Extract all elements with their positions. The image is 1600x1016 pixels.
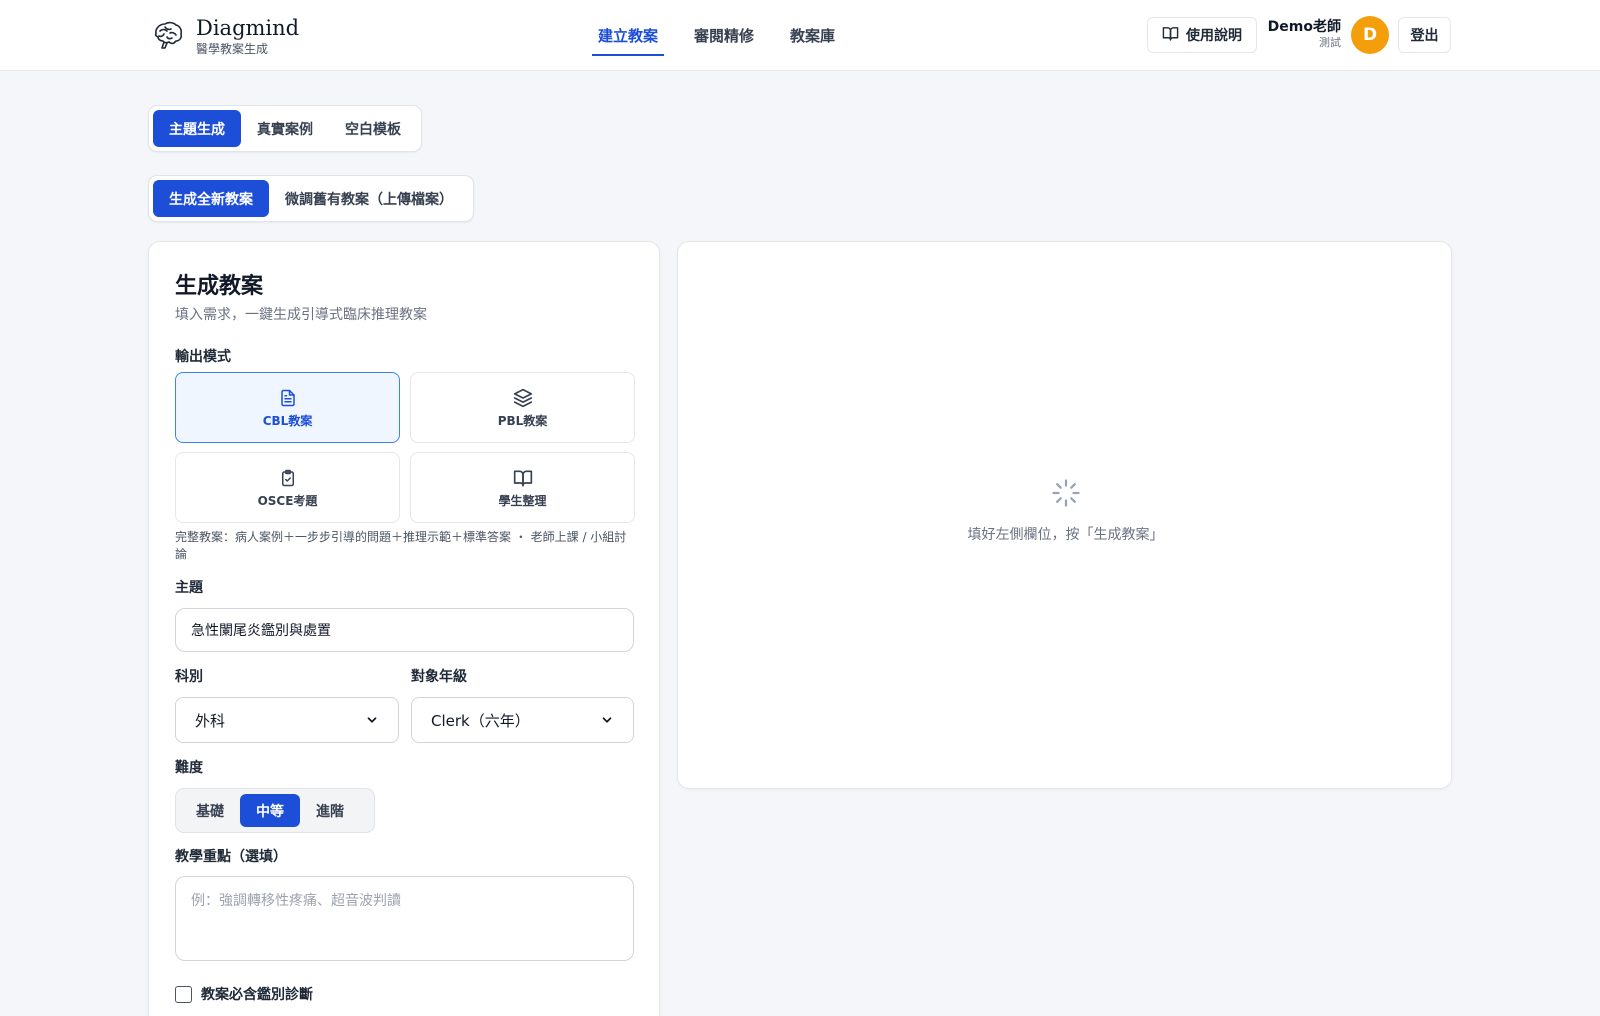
generate-form-card: 生成教案 填入需求，一鍵生成引導式臨床推理教案 輸出模式 CBL教案 PBL教案…: [148, 241, 660, 1016]
brand-subtitle: 醫學教案生成: [196, 41, 269, 56]
tab-refine-upload[interactable]: 微調舊有教案（上傳檔案）: [269, 180, 469, 217]
include-ddx-checkbox[interactable]: [175, 985, 192, 1003]
department-value: 外科: [195, 711, 226, 730]
output-mode-label: 輸出模式: [175, 349, 231, 365]
logout-button[interactable]: 登出: [1398, 17, 1451, 53]
empty-state: 填好左側欄位，按「生成教案」: [678, 478, 1453, 544]
tab-topic-generate[interactable]: 主題生成: [153, 110, 241, 147]
action-tabs: 生成全新教案 微調舊有教案（上傳檔案）: [148, 175, 474, 222]
user-info: Demo老師 測試: [1266, 18, 1341, 50]
mode-cbl[interactable]: CBL教案: [175, 372, 400, 443]
form-subtitle: 填入需求，一鍵生成引導式臨床推理教案: [175, 307, 427, 323]
layers-icon: [513, 387, 533, 409]
chevron-down-icon: [365, 713, 379, 727]
nav-create-plan[interactable]: 建立教案: [590, 0, 666, 71]
main-nav: 建立教案 審閱精修 教案庫: [590, 0, 863, 71]
nav-plan-library[interactable]: 教案庫: [782, 0, 843, 71]
mode-student-notes[interactable]: 學生整理: [410, 452, 635, 523]
difficulty-label: 難度: [175, 760, 203, 776]
grade-value: Clerk（六年）: [431, 711, 530, 730]
focus-textarea[interactable]: 例：強調轉移性疼痛、超音波判讀: [175, 876, 634, 961]
tab-blank-template[interactable]: 空白模板: [329, 110, 417, 147]
user-role: 測試: [1319, 36, 1341, 49]
mode-osce-label: OSCE考題: [257, 493, 318, 508]
difficulty-selector: 基礎 中等 進階: [175, 788, 375, 833]
grade-label: 對象年級: [411, 669, 467, 685]
include-ddx-row[interactable]: 教案必含鑑別診斷: [175, 984, 313, 1004]
difficulty-medium[interactable]: 中等: [240, 794, 300, 827]
top-navbar: Diagmind 醫學教案生成 建立教案 審閱精修 教案庫 使用說明 Demo老…: [0, 0, 1600, 71]
source-tabs: 主題生成 真實案例 空白模板: [148, 105, 422, 152]
help-button[interactable]: 使用說明: [1147, 17, 1257, 53]
user-name: Demo老師: [1267, 19, 1341, 35]
department-select[interactable]: 外科: [175, 697, 399, 743]
difficulty-advanced[interactable]: 進階: [300, 794, 360, 827]
mode-description: 完整教案：病人案例＋一步步引導的問題＋推理示範＋標準答案 ・ 老師上課 / 小組…: [175, 530, 627, 561]
tab-generate-new[interactable]: 生成全新教案: [153, 180, 269, 217]
form-title: 生成教案: [175, 274, 264, 299]
focus-label: 教學重點（選填）: [175, 849, 287, 865]
help-button-label: 使用說明: [1186, 28, 1242, 44]
brand[interactable]: Diagmind 醫學教案生成: [150, 16, 299, 56]
topic-label: 主題: [175, 580, 203, 596]
difficulty-basic[interactable]: 基礎: [180, 794, 240, 827]
brain-icon: [150, 19, 184, 53]
brand-name: Diagmind: [196, 15, 300, 40]
include-ddx-label: 教案必含鑑別診斷: [201, 987, 313, 1003]
department-label: 科別: [175, 669, 203, 685]
clipboard-check-icon: [279, 467, 297, 489]
mode-cbl-label: CBL教案: [262, 413, 313, 428]
grade-select[interactable]: Clerk（六年）: [411, 697, 634, 743]
mode-pbl[interactable]: PBL教案: [410, 372, 635, 443]
mode-student-notes-label: 學生整理: [498, 493, 547, 508]
file-text-icon: [279, 387, 297, 409]
book-open-icon: [1162, 25, 1186, 46]
topic-input[interactable]: 急性闌尾炎鑑別與處置: [175, 608, 634, 652]
preview-panel: 填好左側欄位，按「生成教案」: [677, 241, 1452, 789]
mode-osce[interactable]: OSCE考題: [175, 452, 400, 523]
mode-pbl-label: PBL教案: [497, 413, 548, 428]
loader-icon: [1051, 478, 1081, 512]
book-open-icon: [513, 467, 533, 489]
empty-state-message: 填好左側欄位，按「生成教案」: [967, 527, 1164, 543]
chevron-down-icon: [600, 713, 614, 727]
avatar[interactable]: D: [1351, 16, 1389, 54]
tab-real-case[interactable]: 真實案例: [241, 110, 329, 147]
nav-review-refine[interactable]: 審閱精修: [686, 0, 762, 71]
